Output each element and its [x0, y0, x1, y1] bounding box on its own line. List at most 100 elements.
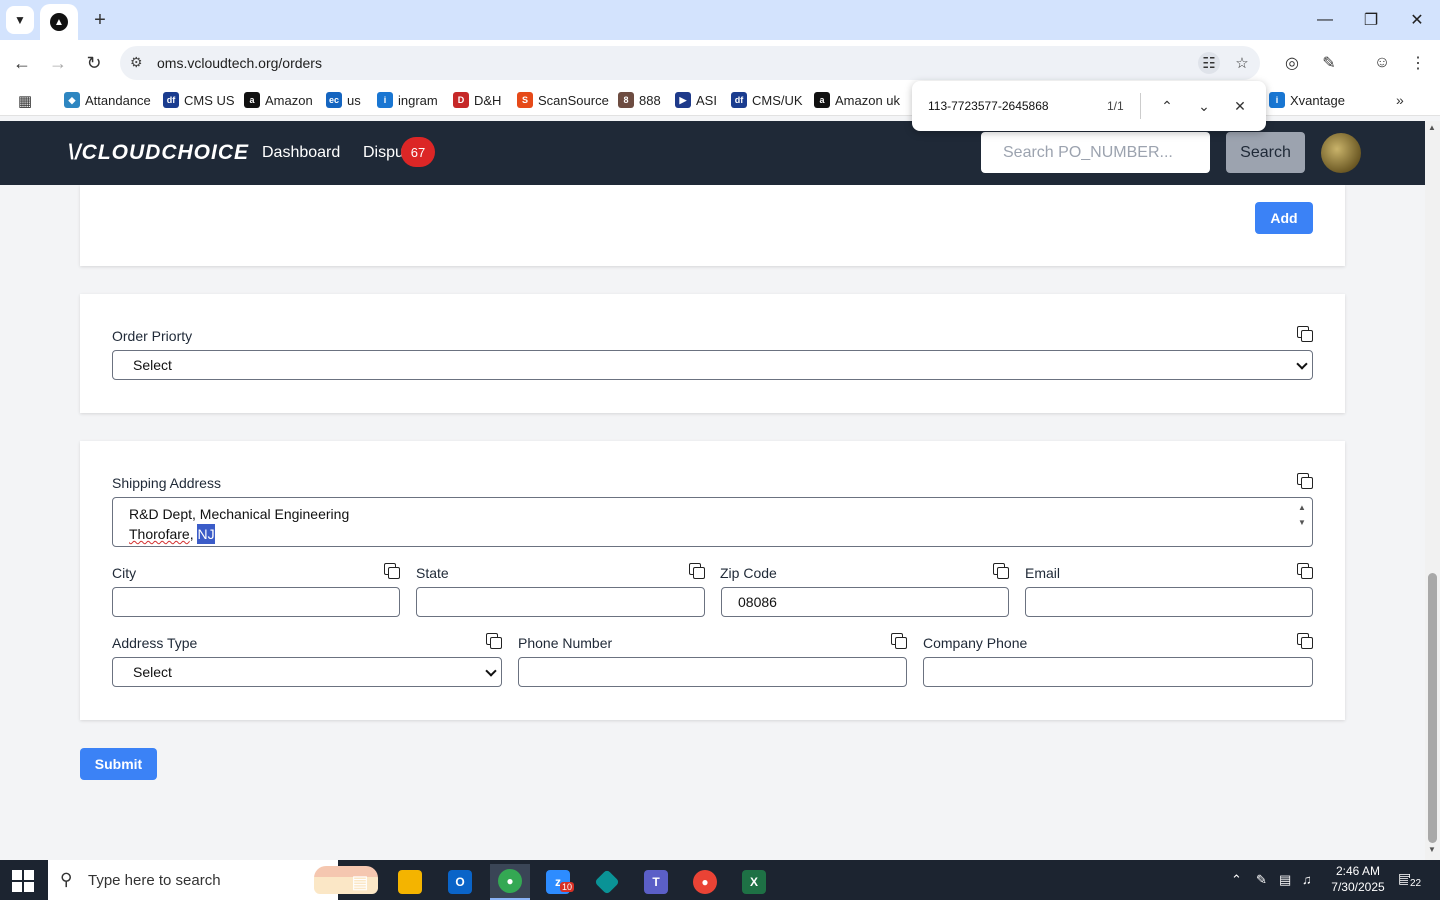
chrome-icon[interactable]: ● [490, 864, 530, 900]
bookmark-item[interactable]: S ScanSource [517, 92, 609, 108]
bookmark-item[interactable]: a Amazon [244, 92, 313, 108]
add-button[interactable]: Add [1255, 202, 1313, 234]
reload-icon[interactable]: ↻ [80, 49, 108, 77]
main-content: Add Order Priorty Select Shipping Addres… [0, 185, 1425, 860]
phone-number-input[interactable] [518, 657, 907, 687]
bookmark-item[interactable]: ◆ Attandance [64, 92, 151, 108]
scroll-down-icon[interactable]: ▼ [1428, 845, 1436, 854]
app-diamond-icon[interactable] [587, 864, 627, 900]
find-next-icon[interactable]: ⌄ [1193, 95, 1215, 117]
browser-toolbar: ← → ↻ ⚙ oms.vcloudtech.org/orders ☷ ☆ ◎ … [0, 40, 1440, 86]
city-label: City [112, 565, 137, 581]
po-number-search-input[interactable] [981, 132, 1210, 173]
page-scrollbar[interactable]: ▲ ▼ [1425, 121, 1440, 860]
outlook-icon[interactable]: O [440, 864, 480, 900]
bookmark-item[interactable]: ▶ ASI [675, 92, 717, 108]
address-bar[interactable]: ⚙ oms.vcloudtech.org/orders ☷ ☆ [120, 46, 1260, 80]
forward-icon[interactable]: → [44, 49, 72, 77]
state-label: State [416, 565, 449, 581]
copy-icon[interactable] [891, 633, 907, 649]
df-icon: df [731, 92, 747, 108]
excel-icon[interactable]: X [734, 864, 774, 900]
copy-icon[interactable] [1297, 563, 1313, 579]
menu-kebab-icon[interactable]: ⋮ [1406, 51, 1430, 75]
bookmark-item[interactable]: df CMS US [163, 92, 235, 108]
teams-icon[interactable]: T [636, 864, 676, 900]
volume-icon[interactable]: ♫ [1302, 872, 1312, 887]
disputes-count-badge: 67 [401, 137, 435, 167]
new-tab-button[interactable]: + [88, 8, 112, 32]
chrome-profile-icon[interactable]: ● [685, 864, 725, 900]
shipping-address-label: Shipping Address [112, 475, 221, 491]
bookmark-star-icon[interactable]: ☆ [1231, 52, 1253, 74]
zip-code-input[interactable]: 08086 [721, 587, 1009, 617]
company-phone-input[interactable] [923, 657, 1313, 687]
bookmark-item[interactable]: D D&H [453, 92, 501, 108]
zip-code-label: Zip Code [720, 565, 777, 581]
bookmark-item[interactable]: a Amazon uk [814, 92, 900, 108]
network-icon[interactable]: ▤ [1279, 872, 1291, 888]
ingram-icon: i [1269, 92, 1285, 108]
chevron-down-icon [485, 665, 497, 677]
find-query-input[interactable]: 113-7723577-2645868 [928, 99, 1049, 113]
copy-icon[interactable] [1297, 326, 1313, 342]
nav-disputes[interactable]: Dispu [363, 144, 404, 162]
bookmark-item[interactable]: i ingram [377, 92, 438, 108]
back-icon[interactable]: ← [8, 49, 36, 77]
file-explorer-icon[interactable] [390, 864, 430, 900]
nav-dashboard[interactable]: Dashboard [262, 144, 340, 162]
task-view-icon[interactable]: ▤ [340, 864, 380, 900]
extensions-icon[interactable]: ✎ [1317, 51, 1341, 75]
windows-start-icon[interactable] [12, 870, 34, 892]
city-input[interactable] [112, 587, 400, 617]
shipping-address-card: Shipping Address R&D Dept, Mechanical En… [80, 441, 1345, 720]
order-priority-select[interactable]: Select [112, 350, 1313, 380]
site-info-icon[interactable]: ⚙ [130, 54, 143, 71]
df-icon: df [163, 92, 179, 108]
scrollbar-thumb[interactable] [1428, 573, 1437, 843]
scansource-icon: S [517, 92, 533, 108]
search-button[interactable]: Search [1226, 132, 1305, 173]
address-line-2: Thorofare, NJ [129, 524, 215, 544]
apps-grid-icon[interactable]: ▦ [18, 92, 36, 110]
scroll-up-icon[interactable]: ▲ [1428, 123, 1436, 132]
system-clock[interactable]: 2:46 AM 7/30/2025 [1326, 863, 1390, 895]
shipping-address-textarea[interactable]: R&D Dept, Mechanical Engineering Thorofa… [112, 497, 1313, 547]
avatar[interactable] [1321, 133, 1361, 173]
find-in-page-bar: 113-7723577-2645868 1/1 ⌃ ⌄ ✕ [912, 81, 1266, 131]
email-input[interactable] [1025, 587, 1313, 617]
bookmark-item[interactable]: df CMS/UK [731, 92, 803, 108]
find-previous-icon[interactable]: ⌃ [1156, 95, 1178, 117]
taskbar-search-box[interactable]: ⚲ Type here to search [48, 860, 378, 900]
restore-icon[interactable]: ❐ [1356, 6, 1386, 34]
copy-icon[interactable] [486, 633, 502, 649]
url-text[interactable]: oms.vcloudtech.org/orders [157, 55, 322, 71]
copy-icon[interactable] [384, 563, 400, 579]
profile-icon[interactable]: ☺ [1370, 51, 1394, 75]
state-input[interactable] [416, 587, 705, 617]
minimize-icon[interactable]: — [1310, 6, 1340, 34]
find-in-page-icon[interactable]: ☷ [1198, 52, 1220, 74]
search-icon: ⚲ [60, 870, 73, 889]
textarea-scrollbar[interactable]: ▲ ▼ [1296, 500, 1308, 544]
bookmark-item[interactable]: i Xvantage [1269, 92, 1345, 108]
find-close-icon[interactable]: ✕ [1229, 95, 1251, 117]
copy-icon[interactable] [689, 563, 705, 579]
zoom-icon[interactable]: z 10 [538, 864, 578, 900]
copy-icon[interactable] [993, 563, 1009, 579]
submit-button[interactable]: Submit [80, 748, 157, 780]
tray-chevron-up-icon[interactable]: ⌃ [1231, 872, 1242, 888]
more-bookmarks-icon[interactable]: » [1396, 92, 1404, 108]
close-window-icon[interactable]: ✕ [1402, 6, 1432, 34]
tab-search-chevron-icon[interactable]: ▼ [6, 6, 34, 34]
copy-icon[interactable] [1297, 633, 1313, 649]
address-type-select[interactable]: Select [112, 657, 502, 687]
bookmark-item[interactable]: 8 888 [618, 92, 661, 108]
pen-icon[interactable]: ✎ [1256, 872, 1267, 888]
globe-icon[interactable]: ◎ [1280, 51, 1304, 75]
browser-tab-active[interactable]: ▲ [40, 4, 78, 40]
cloudchoice-logo[interactable]: \/CLOUDCHOICE [68, 141, 249, 165]
asi-icon: ▶ [675, 92, 691, 108]
bookmark-item[interactable]: ec us [326, 92, 361, 108]
copy-icon[interactable] [1297, 473, 1313, 489]
